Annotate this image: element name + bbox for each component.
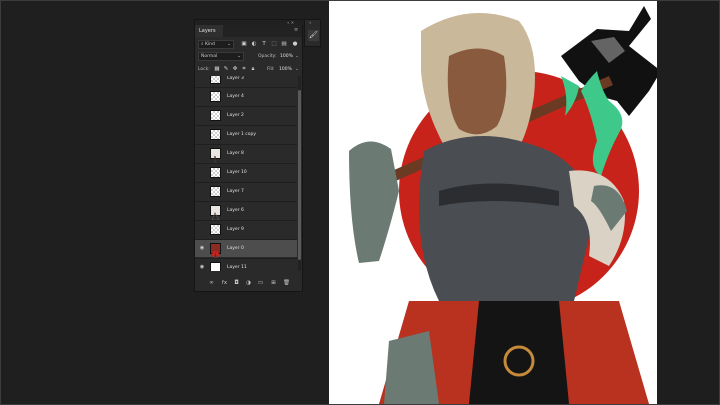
visibility-toggle[interactable] xyxy=(199,131,205,137)
layer-name: Layer 7 xyxy=(227,189,244,194)
blend-mode-value: Normal xyxy=(201,54,218,59)
link-icon[interactable]: ∞ xyxy=(208,280,215,287)
layers-panel: « ✕ Layers ≡ ⌕ Kind ⌄ ▣ ◐ T ⬚ ▤ ● Normal… xyxy=(194,19,304,292)
layer-thumbnail xyxy=(210,167,221,178)
visibility-toggle[interactable] xyxy=(199,112,205,118)
layer-row[interactable]: Layer 9 xyxy=(195,220,297,238)
collapse-icon[interactable]: « xyxy=(309,20,311,25)
layer-thumbnail xyxy=(210,205,221,221)
layer-row-selected[interactable]: ◉ Layer 0 xyxy=(195,239,297,259)
layers-bottom-bar: ∞ fx ◘ ◑ ▭ ⊞ 🗑︎ xyxy=(195,276,302,291)
visibility-toggle[interactable] xyxy=(199,188,205,194)
workspace-right-margin xyxy=(657,1,719,404)
layer-thumbnail xyxy=(210,262,221,271)
fill-value[interactable]: 100% xyxy=(279,64,292,75)
chevron-down-icon[interactable]: ⌄ xyxy=(295,51,299,62)
trash-icon[interactable]: 🗑︎ xyxy=(283,280,290,287)
gauntlet-left xyxy=(349,141,399,263)
layer-thumbnail xyxy=(210,224,221,235)
lock-brush-icon[interactable]: ✎ xyxy=(223,66,229,73)
layer-name: Layer 3 xyxy=(227,76,244,81)
layer-name: Layer 1 copy xyxy=(227,132,257,137)
filter-pixel-icon[interactable]: ▣ xyxy=(241,41,247,47)
blend-mode-select[interactable]: Normal ⌄ xyxy=(198,52,244,61)
lock-artboard-icon[interactable]: ⌗ xyxy=(241,66,247,73)
filter-kind-select[interactable]: ⌕ Kind ⌄ xyxy=(198,40,234,49)
eye-icon[interactable]: ◉ xyxy=(199,245,205,251)
visibility-toggle[interactable] xyxy=(199,207,205,213)
layer-thumbnail xyxy=(210,91,221,102)
panel-tab-row: Layers ≡ xyxy=(195,25,302,37)
opacity-label: Opacity: xyxy=(258,54,277,59)
visibility-toggle[interactable] xyxy=(199,169,205,175)
document-canvas[interactable] xyxy=(329,1,657,404)
visibility-toggle[interactable] xyxy=(199,93,205,99)
layer-name: Layer 4 xyxy=(227,94,244,99)
layer-thumbnail xyxy=(210,186,221,197)
panel-menu-icon[interactable]: ≡ xyxy=(294,28,299,33)
chevron-down-icon[interactable]: ⌄ xyxy=(295,64,299,75)
fill-label: Fill: xyxy=(267,67,275,72)
layer-thumbnail xyxy=(210,76,221,84)
search-icon: ⌕ xyxy=(201,42,204,47)
chevron-down-icon: ⌄ xyxy=(237,54,241,59)
lock-move-icon[interactable]: ✥ xyxy=(232,66,238,73)
layer-name: Layer 10 xyxy=(227,170,247,175)
layer-thumbnail xyxy=(210,129,221,140)
folder-icon[interactable]: ▭ xyxy=(257,280,264,287)
layer-name: Layer 0 xyxy=(227,246,244,251)
layer-name: Layer 2 xyxy=(227,113,244,118)
layer-row[interactable]: Layer 2 xyxy=(195,106,297,124)
layer-row[interactable]: Layer 4 xyxy=(195,87,297,105)
layer-name: Layer 11 xyxy=(227,265,247,270)
layer-row[interactable]: Layer 8 xyxy=(195,144,297,163)
layer-name: Layer 9 xyxy=(227,227,244,232)
lock-all-icon[interactable]: 🔒︎ xyxy=(250,66,256,73)
side-toolbar: « 🖌︎ xyxy=(304,19,321,47)
layer-row[interactable]: ◉ Layer 11 xyxy=(195,258,297,271)
layer-row[interactable]: Layer 7 xyxy=(195,182,297,200)
chevron-down-icon: ⌄ xyxy=(227,42,231,47)
layer-row[interactable]: Layer 10 xyxy=(195,163,297,181)
filter-row: ⌕ Kind ⌄ ▣ ◐ T ⬚ ▤ ● xyxy=(195,39,302,50)
app-window: « ✕ Layers ≡ ⌕ Kind ⌄ ▣ ◐ T ⬚ ▤ ● Normal… xyxy=(0,0,720,405)
brush-icon[interactable]: 🖌︎ xyxy=(308,30,319,41)
artwork xyxy=(349,6,657,404)
new-layer-icon[interactable]: ⊞ xyxy=(270,280,277,287)
eye-icon[interactable]: ◉ xyxy=(199,264,205,270)
fx-icon[interactable]: fx xyxy=(221,280,228,287)
layer-name: Layer 6 xyxy=(227,208,244,213)
layer-thumbnail xyxy=(210,243,221,259)
filter-shape-icon[interactable]: ⬚ xyxy=(271,41,277,47)
layer-thumbnail xyxy=(210,110,221,121)
filter-toggle-icon[interactable]: ● xyxy=(292,41,298,47)
filter-adjustment-icon[interactable]: ◐ xyxy=(251,41,257,47)
lock-row: Lock: ▦ ✎ ✥ ⌗ 🔒︎ Fill: 100% ⌄ xyxy=(195,64,302,75)
layer-thumbnail xyxy=(210,148,221,163)
filter-smart-object-icon[interactable]: ▤ xyxy=(281,41,287,47)
layer-name: Layer 8 xyxy=(227,151,244,156)
filter-kind-label: Kind xyxy=(204,42,215,47)
layers-list: Layer 3 Layer 4 Layer 2 Layer 1 copy Lay… xyxy=(195,76,302,271)
visibility-toggle[interactable] xyxy=(199,226,205,232)
layer-row[interactable]: Layer 6 xyxy=(195,201,297,221)
mask-icon[interactable]: ◘ xyxy=(233,280,240,287)
adjustment-icon[interactable]: ◑ xyxy=(245,280,252,287)
opacity-value[interactable]: 100% xyxy=(280,51,293,62)
lock-transparent-icon[interactable]: ▦ xyxy=(214,66,220,73)
layer-row[interactable]: Layer 1 copy xyxy=(195,125,297,143)
filter-type-icon[interactable]: T xyxy=(261,41,267,47)
visibility-toggle[interactable] xyxy=(199,150,205,156)
scrollbar-thumb[interactable] xyxy=(298,90,301,260)
visibility-toggle[interactable] xyxy=(199,76,205,81)
blend-row: Normal ⌄ Opacity: 100% ⌄ xyxy=(195,51,302,62)
tab-layers[interactable]: Layers xyxy=(195,25,223,37)
face xyxy=(447,48,507,135)
layer-row[interactable]: Layer 3 xyxy=(195,76,297,87)
lock-label: Lock: xyxy=(198,67,210,72)
layers-scrollbar[interactable] xyxy=(298,76,301,271)
